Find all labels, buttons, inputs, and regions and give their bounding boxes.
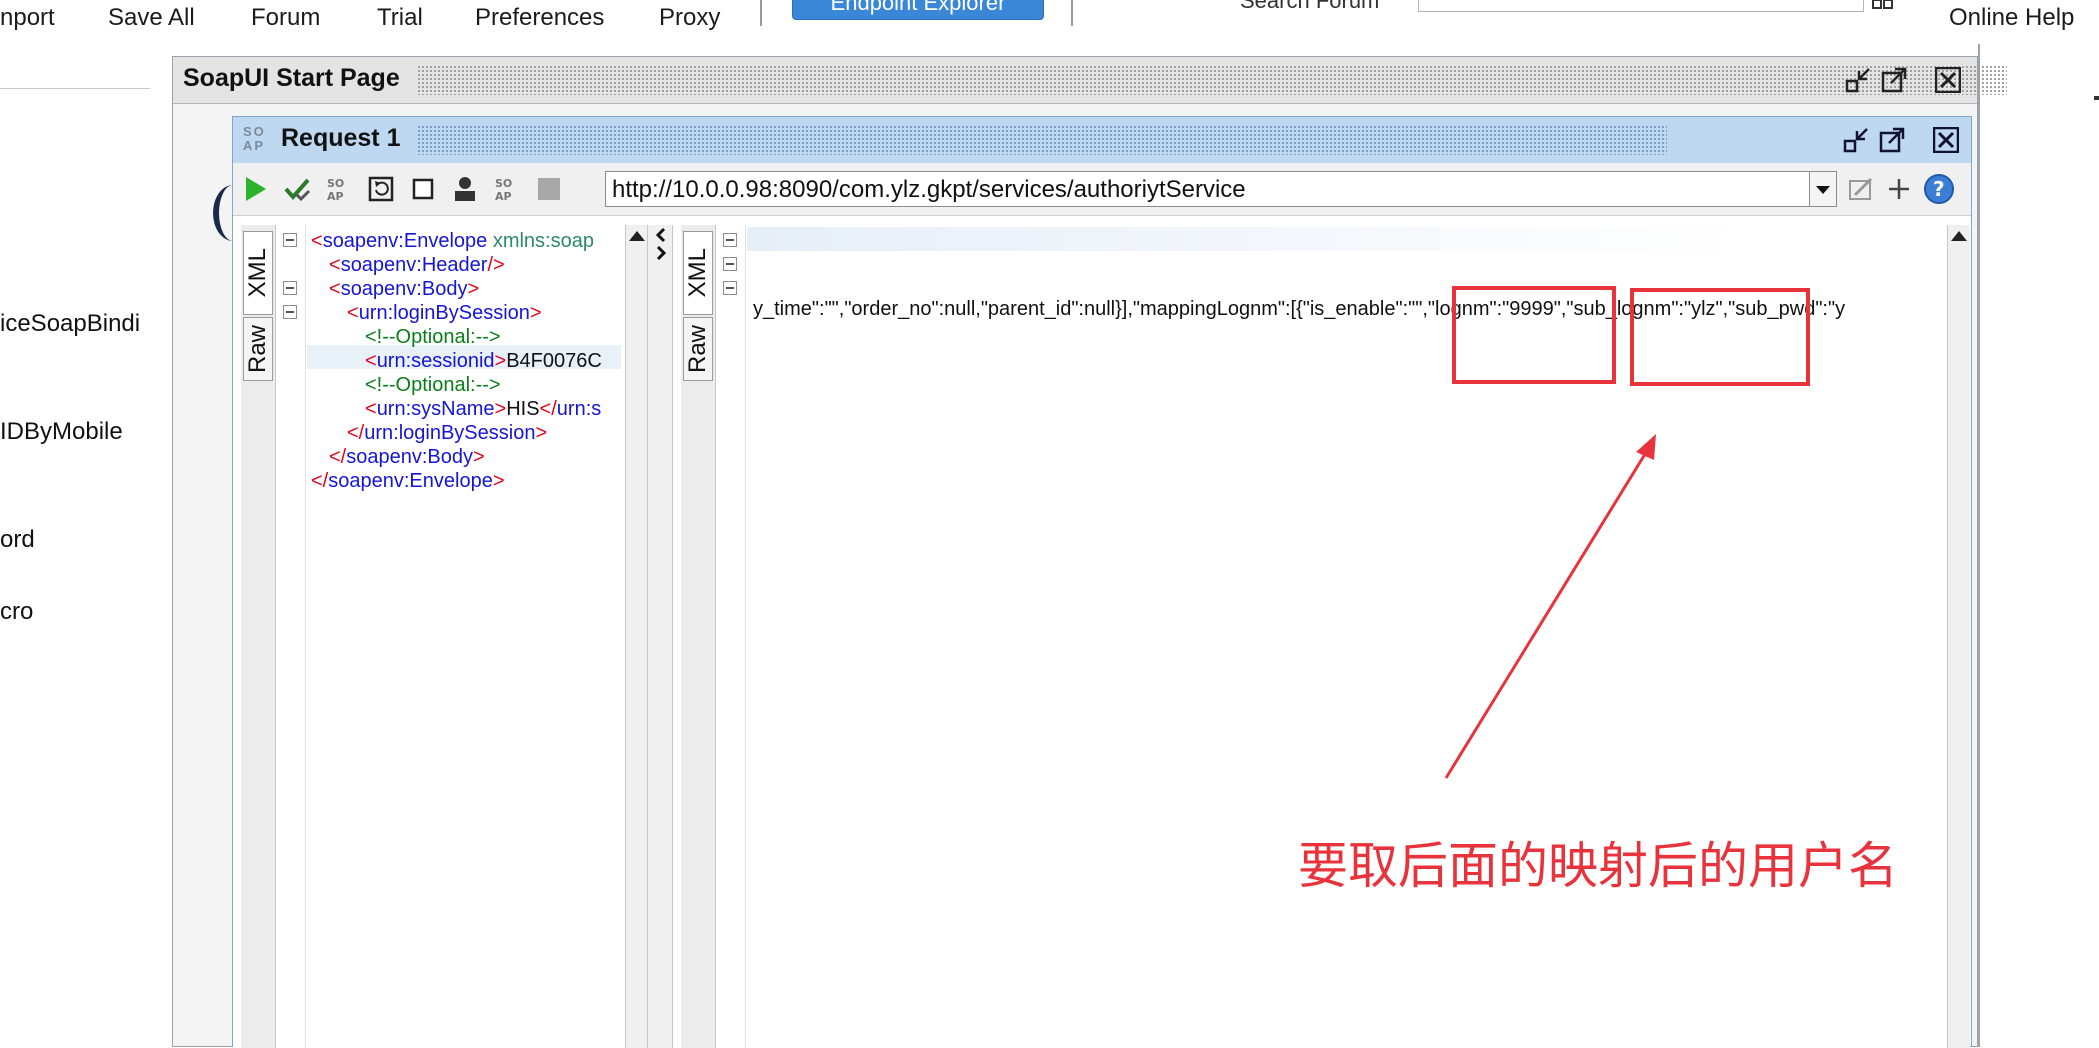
preferences-button[interactable]: Preferences: [475, 4, 604, 32]
request-window: SO AP Request 1 SO AP SO AP http://10.0.…: [232, 116, 1972, 1048]
xml-comment: <!--Optional:-->: [365, 374, 501, 396]
fold-toggle[interactable]: [283, 305, 297, 319]
response-scrollbar[interactable]: [1947, 225, 1970, 1048]
navigator-divider: [0, 88, 150, 89]
fold-toggle[interactable]: [283, 281, 297, 295]
navigator-item[interactable]: IDByMobile: [0, 418, 123, 446]
request-titlebar[interactable]: SO AP Request 1: [233, 117, 1971, 163]
current-line-highlight: [747, 227, 1747, 251]
scroll-up-icon[interactable]: [1951, 231, 1967, 241]
validate-icon[interactable]: [283, 175, 311, 203]
start-page-titlebar[interactable]: SoapUI Start Page: [173, 57, 2007, 104]
endpoint-dropdown-button[interactable]: [1809, 172, 1836, 206]
navigator-item[interactable]: cro: [0, 598, 33, 626]
titlebar-grip: [417, 65, 2007, 95]
chevron-down-icon: [1816, 186, 1830, 194]
tab-xml[interactable]: XML: [243, 231, 273, 315]
forum-button[interactable]: Forum: [251, 4, 320, 32]
search-forum-label: Search Forum: [1240, 0, 1380, 13]
help-icon[interactable]: ?: [1923, 173, 1955, 205]
user-icon[interactable]: [451, 175, 479, 203]
toolbar-separator: [1071, 0, 1073, 26]
desktop-border: [1978, 44, 1980, 1047]
fold-toggle[interactable]: [723, 257, 737, 271]
fold-gutter: [277, 225, 306, 1048]
close-icon[interactable]: [1933, 127, 1959, 153]
svg-text:?: ?: [1933, 177, 1945, 201]
panel-edge-mark: [2094, 96, 2099, 100]
soap-wsa-icon[interactable]: SO AP: [493, 175, 521, 203]
minimize-icon[interactable]: [1845, 67, 1871, 93]
proxy-button[interactable]: Proxy: [659, 4, 720, 32]
refresh-icon[interactable]: [367, 175, 395, 203]
tab-raw-label: Raw: [684, 324, 711, 373]
svg-text:SO: SO: [495, 177, 512, 190]
tab-xml-label: XML: [684, 248, 711, 298]
edit-endpoint-icon[interactable]: [1847, 175, 1875, 203]
navigator-item[interactable]: iceSoapBindi: [0, 310, 140, 338]
fold-toggle[interactable]: [283, 233, 297, 247]
maximize-icon[interactable]: [1881, 67, 1907, 93]
stop-icon[interactable]: [409, 175, 437, 203]
disabled-action-icon: [538, 178, 560, 200]
request-editor: XML Raw <soapenv:Envelope xmlns:soap <so…: [233, 225, 648, 1048]
tab-raw-label: Raw: [244, 324, 271, 373]
xml-line: <urn:sysName>HIS</urn:s: [365, 398, 602, 420]
endpoint-url-combobox[interactable]: http://10.0.0.98:8090/com.ylz.gkpt/servi…: [605, 171, 1837, 207]
xml-comment: <!--Optional:-->: [365, 326, 501, 348]
tab-raw[interactable]: Raw: [243, 317, 273, 381]
tab-xml-label: XML: [244, 248, 271, 298]
soap-icon: SO AP: [243, 124, 266, 153]
xml-line: <soapenv:Header/>: [329, 254, 505, 276]
svg-text:AP: AP: [327, 190, 344, 203]
response-view-tabs: XML Raw: [681, 225, 716, 1048]
fold-toggle[interactable]: [723, 281, 737, 295]
toolbar-separator: [760, 0, 762, 26]
highlight-box-lognm: [1452, 286, 1616, 384]
xml-line: <soapenv:Envelope xmlns:soap: [311, 230, 594, 252]
splitter-arrows-icon[interactable]: [650, 227, 672, 267]
fold-toggle[interactable]: [723, 233, 737, 247]
online-help-button[interactable]: Online Help: [1949, 4, 2074, 32]
trial-button[interactable]: Trial: [377, 4, 423, 32]
request-title: Request 1: [281, 124, 401, 152]
request-view-tabs: XML Raw: [241, 225, 276, 1048]
import-button[interactable]: nport: [0, 4, 55, 32]
tab-xml[interactable]: XML: [683, 231, 713, 315]
endpoint-explorer-button[interactable]: Endpoint Explorer: [792, 0, 1044, 20]
start-page-title: SoapUI Start Page: [183, 64, 400, 92]
navigator-item[interactable]: ord: [0, 526, 35, 554]
svg-text:SO: SO: [327, 177, 344, 190]
play-icon[interactable]: [241, 175, 269, 203]
soap-action-icon[interactable]: SO AP: [325, 175, 353, 203]
xml-line: </soapenv:Envelope>: [311, 470, 505, 492]
close-icon[interactable]: [1935, 67, 1961, 93]
highlight-box-sub-lognm: [1630, 288, 1810, 386]
titlebar-grip: [417, 125, 1667, 155]
request-toolbar: SO AP SO AP http://10.0.0.98:8090/com.yl…: [233, 163, 1971, 216]
xml-line: <urn:loginBySession>: [347, 302, 542, 324]
save-all-button[interactable]: Save All: [108, 4, 195, 32]
add-icon[interactable]: [1885, 175, 1913, 203]
annotation-text: 要取后面的映射后的用户名: [1298, 837, 1898, 895]
fold-gutter: [717, 225, 746, 1048]
xml-line: </urn:loginBySession>: [347, 422, 548, 444]
scroll-up-icon[interactable]: [629, 231, 645, 241]
svg-text:AP: AP: [495, 190, 512, 203]
navigator-panel: iceSoapBindi IDByMobile ord cro: [0, 44, 160, 1047]
editor-splitter[interactable]: [647, 225, 673, 1048]
search-options-icon[interactable]: [1872, 0, 1894, 10]
tab-raw[interactable]: Raw: [683, 317, 713, 381]
xml-line: <soapenv:Body>: [329, 278, 480, 300]
maximize-icon[interactable]: [1879, 127, 1905, 153]
main-toolbar: nport Save All Forum Trial Preferences P…: [0, 0, 2099, 44]
minimize-icon[interactable]: [1843, 127, 1869, 153]
endpoint-url: http://10.0.0.98:8090/com.ylz.gkpt/servi…: [612, 176, 1246, 203]
xml-line: <urn:sessionid>B4F0076C: [365, 350, 602, 372]
request-scrollbar[interactable]: [625, 225, 648, 1048]
xml-line: </soapenv:Body>: [329, 446, 485, 468]
search-forum-input[interactable]: [1418, 0, 1864, 12]
